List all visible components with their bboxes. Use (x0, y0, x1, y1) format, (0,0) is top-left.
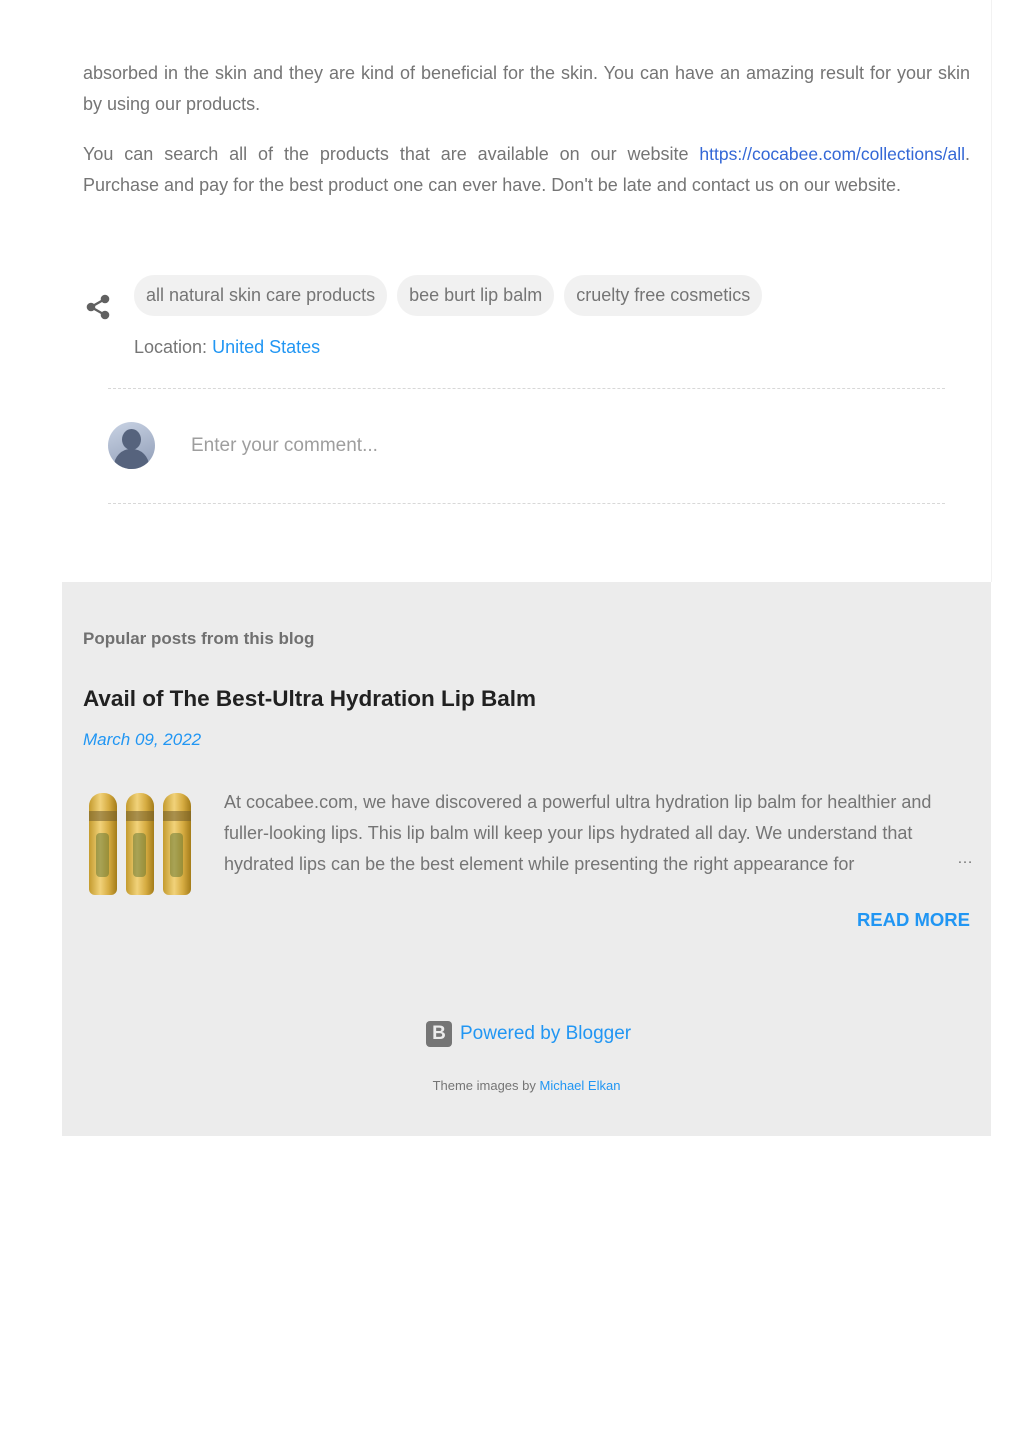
powered-by-text: Powered by Blogger (460, 1023, 632, 1044)
blogger-icon: B (426, 1021, 452, 1047)
popular-posts-section: Popular posts from this blog Avail of Th… (62, 582, 991, 1136)
collections-link[interactable]: https://cocabee.com/collections/all (699, 144, 965, 164)
divider (108, 388, 945, 389)
snippet-ellipsis: … (957, 850, 973, 867)
share-icon[interactable] (84, 292, 112, 322)
read-more-link[interactable]: READ MORE (857, 909, 970, 931)
theme-author-link[interactable]: Michael Elkan (540, 1078, 621, 1093)
post-thumbnail[interactable] (83, 787, 197, 900)
paragraph-text: You can search all of the products that … (83, 144, 700, 164)
theme-credit-prefix: Theme images by (432, 1078, 540, 1093)
label-chip[interactable]: bee burt lip balm (397, 275, 555, 316)
powered-by-blogger[interactable]: B Powered by Blogger (426, 1021, 631, 1047)
popular-post-date[interactable]: March 09, 2022 (83, 730, 201, 750)
theme-credit: Theme images by Michael Elkan (62, 1078, 991, 1093)
comment-input[interactable] (191, 430, 791, 462)
divider (108, 503, 945, 504)
label-chip[interactable]: cruelty free cosmetics (564, 275, 763, 316)
post-location: Location: United States (134, 334, 320, 360)
location-label: Location: (134, 337, 208, 357)
post-paragraph: absorbed in the skin and they are kind o… (83, 63, 970, 114)
post-labels: all natural skin care products bee burt … (134, 275, 763, 316)
user-avatar-icon (108, 422, 155, 469)
popular-posts-heading: Popular posts from this blog (83, 629, 315, 648)
popular-post-snippet: At cocabee.com, we have discovered a pow… (224, 792, 932, 874)
label-chip[interactable]: all natural skin care products (134, 275, 388, 316)
post-paragraph: You can search all of the products that … (83, 139, 970, 201)
popular-post-title[interactable]: Avail of The Best-Ultra Hydration Lip Ba… (83, 686, 536, 712)
blogger-icon-letter: B (432, 1023, 446, 1044)
location-link[interactable]: United States (212, 337, 320, 357)
